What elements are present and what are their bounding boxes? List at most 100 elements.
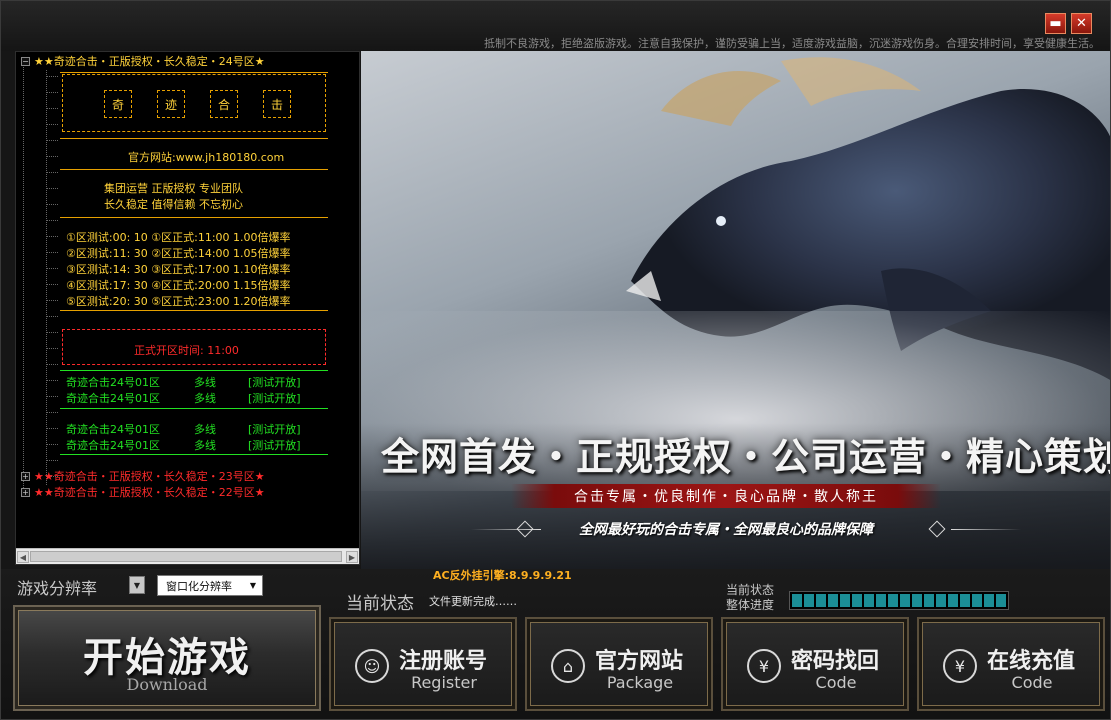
overall-progress-bar — [789, 591, 1009, 610]
yen-icon: ¥ — [943, 649, 977, 683]
current-state-label: 当前状态 — [726, 583, 775, 597]
schedule-row: ③区测试:14: 30 ③区正式:17:00 1.10倍爆率 — [66, 263, 291, 276]
expand-icon[interactable]: + — [21, 487, 30, 497]
overall-progress-label: 整体进度 — [726, 598, 775, 612]
progress-labels: 当前状态 整体进度 — [726, 583, 774, 613]
resolution-select[interactable]: 窗口化分辨率 ▼ — [157, 575, 263, 596]
title-char: 迹 — [157, 90, 185, 118]
progress-segment — [840, 594, 850, 607]
zone-state: [测试开放] — [248, 439, 301, 452]
banner-slogan: 全网最好玩的合击专属・全网最良心的品牌保障 — [579, 522, 873, 538]
status-text: 文件更新完成…… — [429, 595, 517, 608]
title-bar[interactable]: 抵制不良游戏，拒绝盗版游戏。注意自我保护，谨防受骗上当，适度游戏益脑，沉迷游戏伤… — [1, 1, 1110, 51]
promo-banner[interactable]: 全网首发・正规授权・公司运营・精心策划 合击专属・优良制作・良心品牌・散人称王 … — [361, 51, 1111, 583]
title-char: 击 — [263, 90, 291, 118]
progress-segment — [996, 594, 1006, 607]
official-site-label: 官方网站 — [595, 649, 684, 674]
yen-icon: ¥ — [747, 649, 781, 683]
zone-name: 奇迹合击24号01区 — [66, 439, 160, 452]
gift-icon: ⌂ — [551, 649, 585, 683]
progress-segment — [888, 594, 898, 607]
server-node-23[interactable]: + ★★奇迹合击・正版授权・长久稳定・23号区★ — [16, 469, 265, 483]
expand-icon[interactable]: + — [21, 471, 30, 481]
resolution-toggle[interactable]: ▼ — [129, 576, 145, 594]
zone-state: [测试开放] — [248, 376, 301, 389]
zone-line: 多线 — [194, 423, 216, 436]
progress-segment — [984, 594, 994, 607]
server-node-22[interactable]: + ★★奇迹合击・正版授权・长久稳定・22号区★ — [16, 485, 265, 499]
zone-line: 多线 — [194, 439, 216, 452]
progress-segment — [864, 594, 874, 607]
schedule-row: ④区测试:17: 30 ④区正式:20:00 1.15倍爆率 — [66, 279, 291, 292]
server-node-24[interactable]: − ★★奇迹合击・正版授权・长久稳定・24号区★ — [16, 54, 265, 68]
register-sub: Register — [411, 673, 477, 692]
progress-segment — [792, 594, 802, 607]
progress-segment — [816, 594, 826, 607]
progress-segment — [948, 594, 958, 607]
motto-line: 长久稳定 值得信赖 不忘初心 — [104, 198, 243, 211]
schedule-row: ①区测试:00: 10 ①区正式:11:00 1.00倍爆率 — [66, 231, 291, 244]
chevron-down-icon: ▼ — [249, 581, 257, 590]
zone-name: 奇迹合击24号01区 — [66, 376, 160, 389]
progress-segment — [972, 594, 982, 607]
register-button[interactable]: ☺ 注册账号 Register — [329, 617, 517, 711]
zone-name: 奇迹合击24号01区 — [66, 392, 160, 405]
zone-name: 奇迹合击24号01区 — [66, 423, 160, 436]
launcher-window: 抵制不良游戏，拒绝盗版游戏。注意自我保护，谨防受骗上当，适度游戏益脑，沉迷游戏伤… — [0, 0, 1111, 720]
zone-row[interactable]: 奇迹合击24号01区 多线 [测试开放] — [66, 390, 301, 406]
motto-line: 集团运营 正版授权 专业团队 — [104, 182, 243, 195]
start-game-button[interactable]: 开始游戏 Download — [13, 605, 321, 711]
recharge-button[interactable]: ¥ 在线充值 Code — [917, 617, 1105, 711]
schedule-row: ②区测试:11: 30 ②区正式:14:00 1.05倍爆率 — [66, 247, 291, 260]
scroll-thumb[interactable] — [30, 551, 342, 562]
zone-row[interactable]: 奇迹合击24号01区 多线 [测试开放] — [66, 437, 301, 453]
scroll-left-icon[interactable]: ◀ — [17, 551, 29, 563]
progress-segment — [960, 594, 970, 607]
health-notice: 抵制不良游戏，拒绝盗版游戏。注意自我保护，谨防受骗上当，适度游戏益脑，沉迷游戏伤… — [484, 37, 1100, 50]
title-char: 奇 — [104, 90, 132, 118]
zone-line: 多线 — [194, 392, 216, 405]
user-icon: ☺ — [355, 649, 389, 683]
password-recovery-sub: Code — [815, 673, 857, 692]
resolution-label: 游戏分辨率 — [17, 579, 98, 598]
server-node-label: ★★奇迹合击・正版授权・长久稳定・23号区★ — [34, 470, 265, 483]
schedule-row: ⑤区测试:20: 30 ⑤区正式:23:00 1.20倍爆率 — [66, 295, 291, 308]
horizontal-scrollbar[interactable]: ◀ ▶ — [16, 548, 359, 564]
progress-segment — [912, 594, 922, 607]
anticheat-version: AC反外挂引擎:8.9.9.9.21 — [433, 569, 572, 582]
official-site-sub: Package — [606, 673, 674, 692]
official-site-button[interactable]: ⌂ 官方网站 Package — [525, 617, 713, 711]
progress-segment — [876, 594, 886, 607]
close-button[interactable]: ✕ — [1071, 13, 1092, 34]
zone-row[interactable]: 奇迹合击24号01区 多线 [测试开放] — [66, 374, 301, 390]
progress-segment — [924, 594, 934, 607]
server-node-label: ★★奇迹合击・正版授权・长久稳定・24号区★ — [34, 55, 265, 68]
register-label: 注册账号 — [399, 649, 488, 674]
zone-state: [测试开放] — [248, 392, 301, 405]
banner-ribbon: 合击专属・优良制作・良心品牌・散人称王 — [511, 484, 941, 508]
minimize-button[interactable]: ▬ — [1045, 13, 1066, 34]
banner-headline: 全网首发・正规授权・公司运营・精心策划 — [381, 435, 1111, 479]
recharge-sub: Code — [1011, 673, 1053, 692]
collapse-icon[interactable]: − — [21, 56, 30, 66]
progress-segment — [900, 594, 910, 607]
zone-state: [测试开放] — [248, 423, 301, 436]
progress-segment — [936, 594, 946, 607]
server-tree[interactable]: − ★★奇迹合击・正版授权・长久稳定・24号区★ 奇 迹 合 击 官方网站:ww… — [15, 51, 360, 565]
password-recovery-button[interactable]: ¥ 密码找回 Code — [721, 617, 909, 711]
website-text: 官方网站:www.jh180180.com — [128, 151, 285, 164]
progress-segment — [804, 594, 814, 607]
open-time-text: 正式开区时间: 11:00 — [134, 344, 239, 357]
zone-row[interactable]: 奇迹合击24号01区 多线 [测试开放] — [66, 421, 301, 437]
password-recovery-label: 密码找回 — [791, 649, 880, 674]
scroll-right-icon[interactable]: ▶ — [346, 551, 358, 563]
start-game-sub: Download — [126, 675, 208, 694]
zone-line: 多线 — [194, 376, 216, 389]
server-node-label: ★★奇迹合击・正版授权・长久稳定・22号区★ — [34, 486, 265, 499]
title-char: 合 — [210, 90, 238, 118]
recharge-label: 在线充值 — [987, 649, 1076, 674]
status-label: 当前状态 — [346, 594, 414, 614]
resolution-selected: 窗口化分辨率 — [166, 579, 232, 593]
progress-segment — [828, 594, 838, 607]
progress-segment — [852, 594, 862, 607]
